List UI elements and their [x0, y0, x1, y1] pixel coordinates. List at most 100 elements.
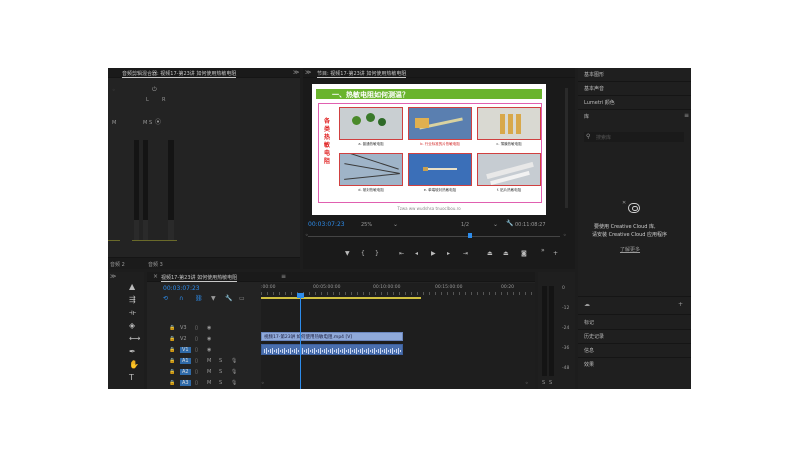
- track-target[interactable]: V1: [180, 347, 191, 353]
- timeline-tab[interactable]: 视频17-第23讲 如何使用热敏电阻: [161, 274, 238, 282]
- camera-icon[interactable]: ◙: [521, 250, 527, 257]
- mute-button[interactable]: M: [207, 380, 211, 386]
- solo-button[interactable]: S: [219, 358, 222, 364]
- mixer-tab[interactable]: 音频剪辑混合器: 视频17-第23讲 如何使用热敏电阻: [122, 70, 237, 78]
- timeline-scrollbar[interactable]: ◦ ◦: [261, 381, 535, 387]
- program-scrubber[interactable]: [308, 236, 560, 237]
- tab-history[interactable]: 历史记录: [584, 333, 604, 340]
- lock-icon[interactable]: 🔒: [169, 380, 175, 386]
- program-timecode[interactable]: 00:03:07:23: [308, 221, 345, 228]
- solo-button[interactable]: S: [219, 369, 222, 375]
- microphone-icon[interactable]: 🎙: [231, 369, 237, 375]
- sync-lock-icon[interactable]: ▯: [195, 380, 198, 386]
- track-select-tool-icon[interactable]: ⇶: [129, 295, 136, 304]
- sync-lock-icon[interactable]: ▯: [195, 336, 198, 342]
- close-icon[interactable]: ×: [153, 274, 158, 280]
- extract-icon[interactable]: ⏏: [503, 250, 509, 257]
- microphone-icon[interactable]: 🎙: [231, 358, 237, 364]
- hand-tool-icon[interactable]: ✋: [129, 360, 139, 369]
- lock-icon[interactable]: 🔒: [169, 336, 175, 342]
- captions-icon[interactable]: ▭: [239, 296, 245, 302]
- eye-icon[interactable]: ◉: [207, 325, 211, 331]
- tab-markers[interactable]: 标记: [584, 319, 594, 326]
- sync-lock-icon[interactable]: ▯: [195, 358, 198, 364]
- microphone-icon[interactable]: 🎙: [231, 380, 237, 386]
- snap-icon[interactable]: ∩: [179, 296, 183, 302]
- lock-icon[interactable]: 🔒: [169, 325, 175, 331]
- track-header-v3[interactable]: 🔒 V3 ▯ ◉: [147, 323, 261, 334]
- sync-lock-icon[interactable]: ▯: [195, 369, 198, 375]
- pen-tool-icon[interactable]: ✒: [129, 347, 136, 356]
- step-back-icon[interactable]: ◂: [415, 250, 418, 257]
- eye-icon[interactable]: ◉: [207, 336, 211, 342]
- tab-libraries[interactable]: 库: [584, 113, 589, 120]
- lock-icon[interactable]: 🔒: [169, 369, 175, 375]
- step-forward-icon[interactable]: ▸: [447, 250, 450, 257]
- track-target[interactable]: A3: [180, 380, 191, 386]
- record-icon[interactable]: ⦿: [155, 120, 161, 126]
- track-target[interactable]: V2: [180, 336, 187, 342]
- sync-lock-icon[interactable]: ▯: [195, 325, 198, 331]
- linked-selection-icon[interactable]: ⛓: [195, 296, 203, 302]
- track-header-a2[interactable]: 🔒 A2 ▯ M S 🎙: [147, 367, 261, 378]
- chevron-down-icon[interactable]: ⌄: [393, 222, 398, 228]
- slip-tool-icon[interactable]: ⟷: [129, 334, 140, 343]
- add-marker-icon[interactable]: ▼: [345, 250, 350, 257]
- playhead-marker[interactable]: [468, 233, 472, 238]
- add-library-icon[interactable]: +: [678, 302, 683, 308]
- learn-more-link[interactable]: 了解更多: [620, 246, 640, 253]
- panel-menu-icon[interactable]: ≡: [281, 274, 286, 280]
- selection-tool-icon[interactable]: ▲: [129, 282, 135, 291]
- more-icon[interactable]: »: [541, 247, 545, 254]
- lock-icon[interactable]: 🔒: [169, 358, 175, 364]
- mute-button[interactable]: M: [143, 120, 147, 126]
- monitor-scrollbar[interactable]: [565, 88, 568, 208]
- solo-button[interactable]: S: [149, 120, 152, 126]
- in-point-icon[interactable]: ◦: [305, 233, 309, 239]
- go-to-in-icon[interactable]: ⇤: [399, 250, 404, 257]
- quality-select[interactable]: 1/2: [461, 222, 469, 228]
- mark-out-icon[interactable]: }: [375, 250, 379, 257]
- wrench-icon[interactable]: 🔧: [225, 296, 232, 302]
- video-clip[interactable]: 视频17-第23讲 如何使用热敏电阻.mp4 [V]: [261, 332, 403, 341]
- track-target[interactable]: V3: [180, 325, 187, 331]
- pan-knob-icon[interactable]: ⏻: [152, 87, 157, 93]
- go-to-out-icon[interactable]: ⇥: [463, 250, 468, 257]
- lift-icon[interactable]: ⏏: [487, 250, 493, 257]
- track-header-v1[interactable]: 🔒 V1 ▯ ◉: [147, 345, 261, 356]
- ripple-edit-tool-icon[interactable]: ⟛: [129, 308, 136, 318]
- tab-lumetri-color[interactable]: Lumetri 颜色: [584, 99, 615, 106]
- tab-essential-graphics[interactable]: 基本图形: [584, 71, 604, 78]
- track-header-a3[interactable]: 🔒 A3 ▯ M S 🎙: [147, 378, 261, 389]
- mute-button[interactable]: M: [112, 120, 116, 126]
- panel-menu-icon[interactable]: ≡: [684, 113, 689, 119]
- panel-menu-icon[interactable]: ≫: [110, 274, 116, 280]
- out-point-icon[interactable]: ◦: [563, 233, 567, 239]
- program-tab[interactable]: 节目: 视频17-第23讲 如何使用热敏电阻: [317, 70, 407, 78]
- playhead-line[interactable]: [300, 294, 301, 389]
- work-area-bar[interactable]: [261, 297, 421, 299]
- mute-button[interactable]: M: [207, 369, 211, 375]
- mark-in-icon[interactable]: {: [361, 250, 365, 257]
- solo-button[interactable]: S: [549, 380, 552, 386]
- tab-essential-sound[interactable]: 基本声音: [584, 85, 604, 92]
- zoom-select[interactable]: 25%: [361, 222, 372, 228]
- razor-tool-icon[interactable]: ◈: [129, 321, 135, 330]
- timeline-timecode[interactable]: 00:03:07:23: [163, 285, 200, 292]
- add-marker-icon[interactable]: ▼: [211, 296, 216, 302]
- type-tool-icon[interactable]: T: [129, 373, 134, 382]
- track-target[interactable]: A1: [180, 358, 191, 364]
- lock-icon[interactable]: 🔒: [169, 347, 175, 353]
- cloud-icon[interactable]: ☁: [584, 302, 590, 308]
- wrench-icon[interactable]: 🔧: [506, 221, 513, 227]
- tab-effects[interactable]: 效果: [584, 361, 594, 368]
- library-search[interactable]: ⚲ 搜索库: [584, 132, 684, 142]
- pan-knob-icon[interactable]: ◦: [112, 88, 116, 94]
- nest-icon[interactable]: ⟲: [163, 296, 168, 302]
- add-button-icon[interactable]: +: [553, 250, 558, 257]
- sync-lock-icon[interactable]: ▯: [195, 347, 198, 353]
- chevron-down-icon[interactable]: ⌄: [493, 222, 498, 228]
- audio-clip[interactable]: [261, 344, 403, 355]
- panel-menu-icon[interactable]: ≫: [293, 70, 299, 76]
- panel-menu-icon[interactable]: ≫: [305, 70, 311, 76]
